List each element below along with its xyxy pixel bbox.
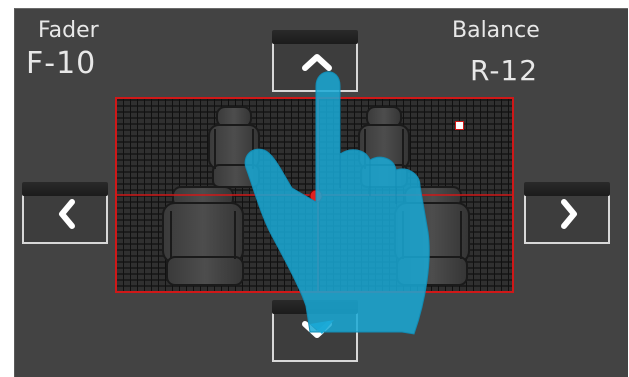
- balance-label: Balance: [452, 18, 540, 43]
- front-right-seat: [358, 106, 410, 188]
- focus-point: [309, 189, 323, 203]
- rear-left-seat: [162, 186, 244, 286]
- fader-value: F-10: [26, 46, 97, 81]
- chevron-right-icon: [561, 199, 577, 229]
- balance-left-button[interactable]: [22, 182, 108, 244]
- fader-front-button[interactable]: [272, 30, 358, 92]
- fader-rear-button[interactable]: [272, 300, 358, 362]
- chevron-up-icon: [302, 54, 332, 71]
- position-marker: [455, 121, 464, 130]
- chevron-left-icon: [59, 199, 75, 229]
- rear-right-seat: [394, 186, 470, 286]
- front-left-seat: [208, 106, 260, 188]
- chevron-down-icon: [302, 321, 332, 338]
- balance-value: R-12: [470, 54, 539, 87]
- fader-label: Fader: [38, 18, 99, 43]
- balance-right-button[interactable]: [524, 182, 610, 244]
